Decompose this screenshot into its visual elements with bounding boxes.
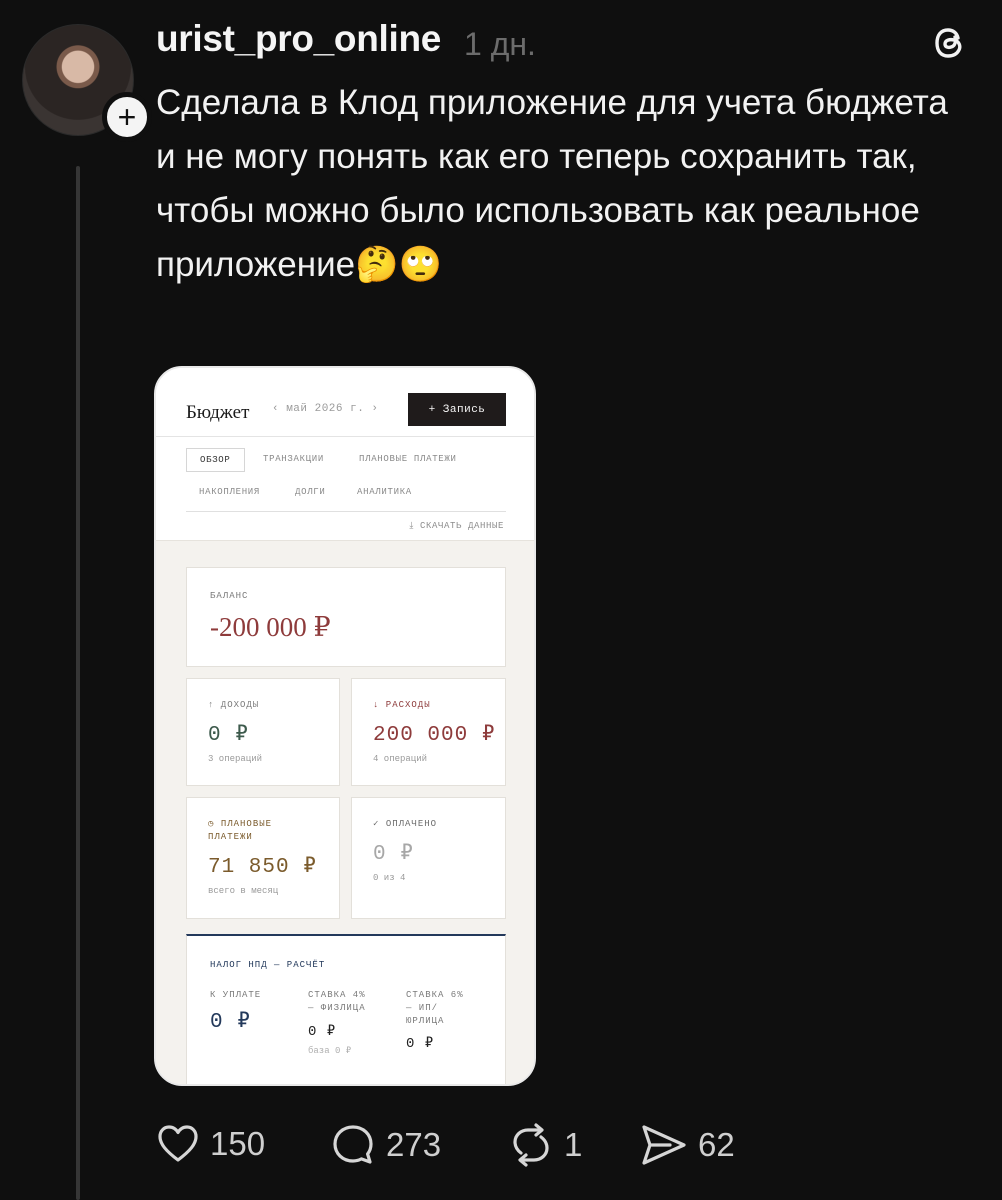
- divider: [156, 436, 534, 437]
- thread-line: [76, 166, 80, 1200]
- tax-card: НАЛОГ НПД — РАСЧЁТ К УПЛАТЕ 0 ₽ СТАВКА 4…: [186, 934, 506, 1084]
- threads-logo-icon[interactable]: [928, 22, 970, 64]
- divider: [186, 511, 506, 512]
- rate6-label: СТАВКА 6%: [406, 990, 464, 1000]
- planned-sub: всего в месяц: [208, 886, 279, 896]
- attached-image[interactable]: Бюджет ‹ май 2026 г. › + Запись ОБЗОР ТР…: [154, 366, 536, 1086]
- month-nav: ‹ май 2026 г. ›: [272, 403, 379, 415]
- planned-label: ◷ ПЛАНОВЫЕ: [208, 819, 273, 829]
- app-header: Бюджет ‹ май 2026 г. › + Запись ОБЗОР ТР…: [156, 368, 534, 540]
- heart-icon: [158, 1125, 198, 1162]
- expenses-card: ↓ РАСХОДЫ 200 000 ₽ 4 операций: [351, 678, 506, 786]
- like-count: 150: [210, 1125, 266, 1162]
- comment-icon: [333, 1125, 373, 1164]
- post-time: 1 дн.: [464, 26, 536, 62]
- tab-transactions: ТРАНЗАКЦИИ: [263, 454, 325, 464]
- tax-to-pay-label: К УПЛАТЕ: [210, 990, 262, 1000]
- comment-count: 273: [386, 1126, 442, 1163]
- expenses-count: 4 операций: [373, 754, 428, 764]
- income-count: 3 операций: [208, 754, 263, 764]
- paid-value: 0 ₽: [373, 843, 414, 866]
- username[interactable]: urist_pro_online: [156, 18, 441, 60]
- rate4-label: СТАВКА 4%: [308, 990, 366, 1000]
- planned-payments-card: ◷ ПЛАНОВЫЕ ПЛАТЕЖИ 71 850 ₽ всего в меся…: [186, 797, 340, 919]
- like-button[interactable]: 150: [156, 1122, 265, 1166]
- balance-card: БАЛАНС -200 000 ₽: [186, 567, 506, 667]
- follow-button[interactable]: +: [102, 92, 152, 142]
- share-button[interactable]: 62: [640, 1122, 735, 1168]
- tax-to-pay-value: 0 ₽: [210, 1011, 251, 1034]
- income-card: ↑ ДОХОДЫ 0 ₽ 3 операций: [186, 678, 340, 786]
- app-body: БАЛАНС -200 000 ₽ ↑ ДОХОДЫ 0 ₽ 3 операци…: [156, 540, 534, 1084]
- rate6-value: 0 ₽: [406, 1036, 435, 1052]
- share-count: 62: [698, 1126, 735, 1163]
- expenses-value: 200 000 ₽: [373, 724, 496, 747]
- balance-value: -200 000 ₽: [210, 612, 331, 642]
- comment-button[interactable]: 273: [330, 1122, 441, 1168]
- repost-icon: [513, 1123, 549, 1167]
- tab-savings: НАКОПЛЕНИЯ: [199, 487, 261, 497]
- rate4-base: база 0 ₽: [308, 1046, 352, 1056]
- income-value: 0 ₽: [208, 724, 249, 747]
- tab-analytics: АНАЛИТИКА: [357, 487, 412, 497]
- rate6-label-3: ЮРЛИЦА: [406, 1016, 445, 1026]
- tab-overview: ОБЗОР: [186, 448, 245, 472]
- balance-label: БАЛАНС: [210, 591, 249, 601]
- post-text: Сделала в Клод приложение для учета бюдж…: [156, 83, 948, 284]
- expenses-label: ↓ РАСХОДЫ: [373, 700, 431, 710]
- app-title: Бюджет: [186, 402, 250, 423]
- tab-debts: ДОЛГИ: [295, 487, 326, 497]
- rate4-label-2: — ФИЗЛИЦА: [308, 1003, 366, 1013]
- repost-button[interactable]: 1: [508, 1122, 582, 1168]
- paid-label: ✓ ОПЛАЧЕНО: [373, 819, 438, 829]
- repost-count: 1: [564, 1126, 583, 1163]
- paid-card: ✓ ОПЛАЧЕНО 0 ₽ 0 из 4: [351, 797, 506, 919]
- tax-title: НАЛОГ НПД — РАСЧЁТ: [210, 960, 326, 970]
- income-label: ↑ ДОХОДЫ: [208, 700, 260, 710]
- add-entry-button: + Запись: [408, 393, 506, 426]
- paid-sub: 0 из 4: [373, 873, 406, 883]
- planned-label-2: ПЛАТЕЖИ: [208, 832, 253, 842]
- send-icon: [642, 1125, 686, 1165]
- avatar-container[interactable]: +: [22, 24, 152, 142]
- tab-planned-payments: ПЛАНОВЫЕ ПЛАТЕЖИ: [359, 454, 457, 464]
- planned-value: 71 850 ₽: [208, 856, 317, 879]
- rate6-label-2: — ИП/: [406, 1003, 439, 1013]
- download-data-link: ⤓ СКАЧАТЬ ДАННЫЕ: [409, 521, 504, 531]
- rate4-value: 0 ₽: [308, 1024, 337, 1040]
